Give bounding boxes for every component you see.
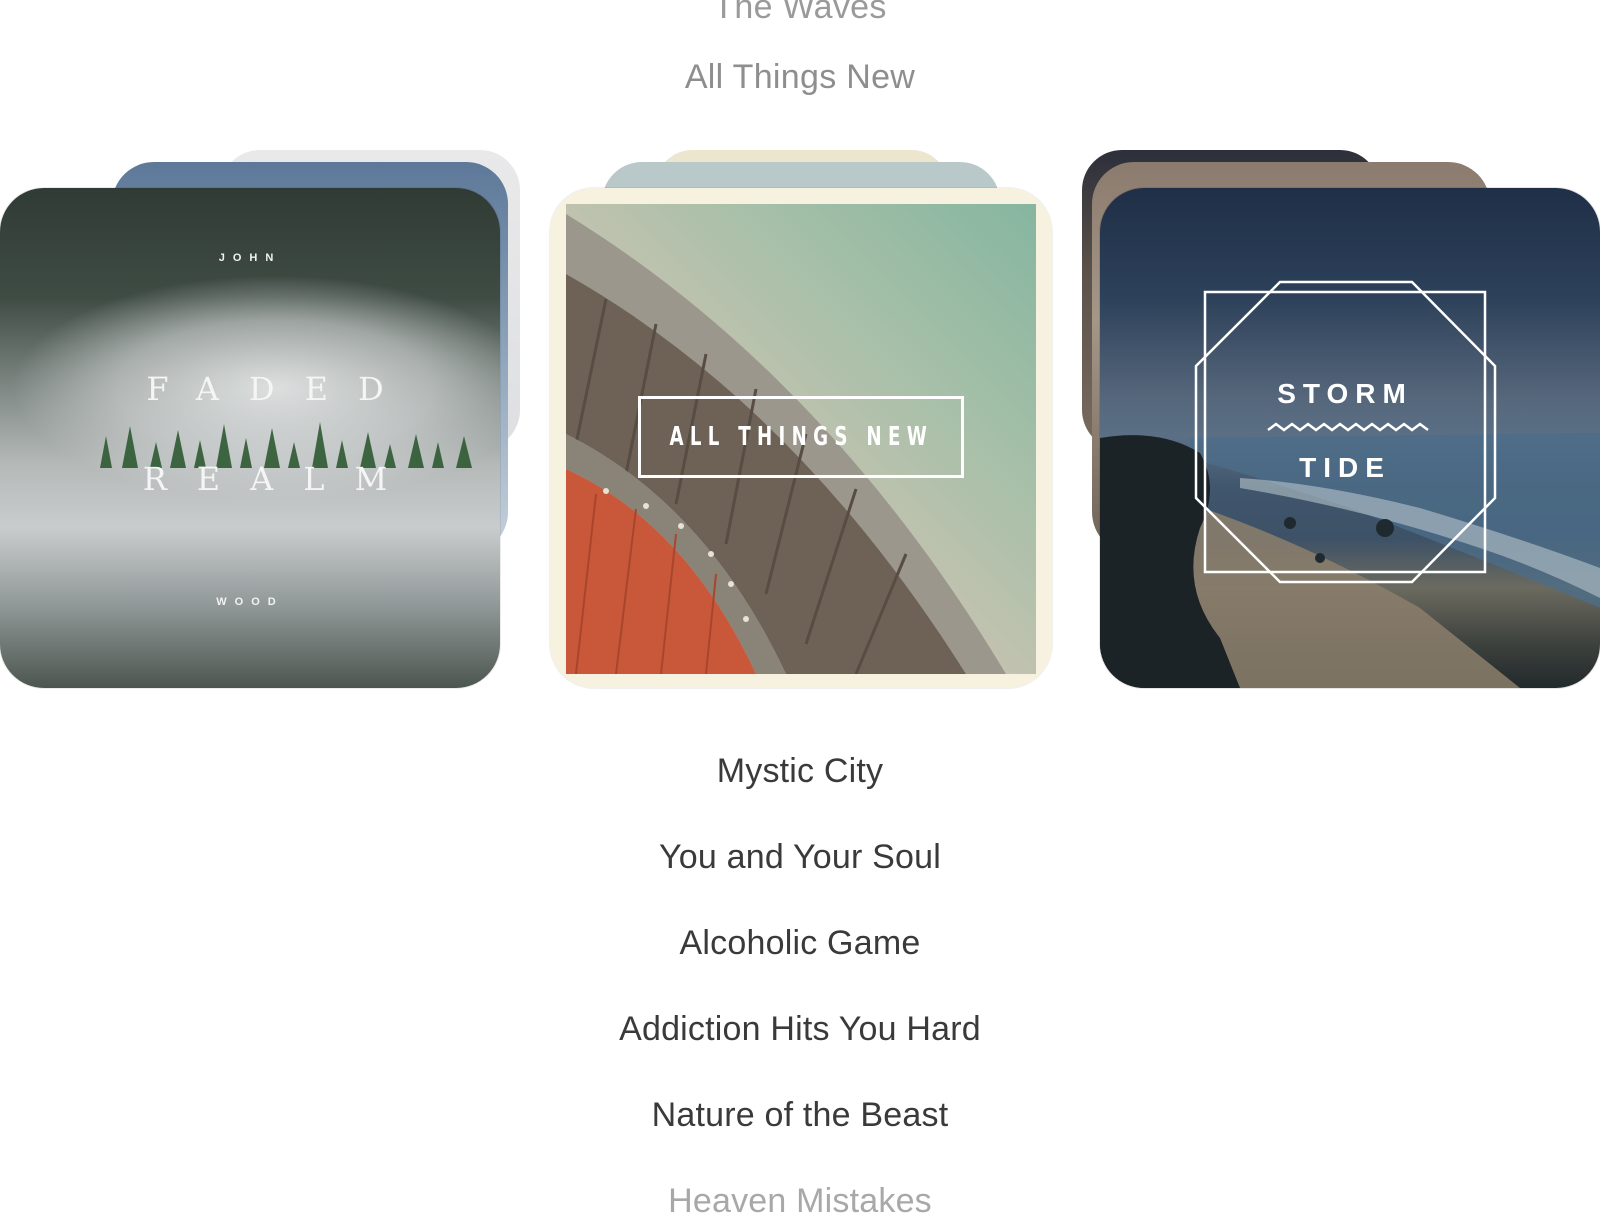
album-artist-last: WOOD bbox=[216, 596, 284, 608]
album-artwork: ALL THINGS NEW bbox=[566, 204, 1036, 674]
track-title-you-and-your-soul[interactable]: You and Your Soul bbox=[0, 838, 1600, 877]
album-title-line1: FADED bbox=[146, 370, 414, 408]
album-title: ALL THINGS NEW bbox=[669, 422, 933, 452]
track-title-mystic-city[interactable]: Mystic City bbox=[0, 752, 1600, 791]
track-title-heaven-mistakes[interactable]: Heaven Mistakes bbox=[0, 1182, 1600, 1221]
coast-illustration bbox=[1100, 280, 1600, 688]
track-title-addiction-hits-you-hard[interactable]: Addiction Hits You Hard bbox=[0, 1010, 1600, 1049]
track-title-the-waves[interactable]: The Waves bbox=[0, 0, 1600, 27]
album-title-line2: TIDE bbox=[1299, 452, 1391, 483]
album-title-frame: ALL THINGS NEW bbox=[638, 396, 964, 478]
album-cover-storm-tide[interactable]: STORM TIDE bbox=[1100, 188, 1600, 688]
album-cover-all-things-new[interactable]: ALL THINGS NEW bbox=[550, 188, 1052, 688]
album-cover-faded-realm[interactable]: JOHN FADED REALM WOOD bbox=[0, 188, 500, 688]
album-title-line2: REALM bbox=[142, 460, 418, 498]
album-title-line1: STORM bbox=[1277, 378, 1413, 409]
album-artist-first: JOHN bbox=[218, 252, 282, 264]
track-title-alcoholic-game[interactable]: Alcoholic Game bbox=[0, 924, 1600, 963]
track-title-nature-of-the-beast[interactable]: Nature of the Beast bbox=[0, 1096, 1600, 1135]
track-title-all-things-new[interactable]: All Things New bbox=[0, 58, 1600, 97]
